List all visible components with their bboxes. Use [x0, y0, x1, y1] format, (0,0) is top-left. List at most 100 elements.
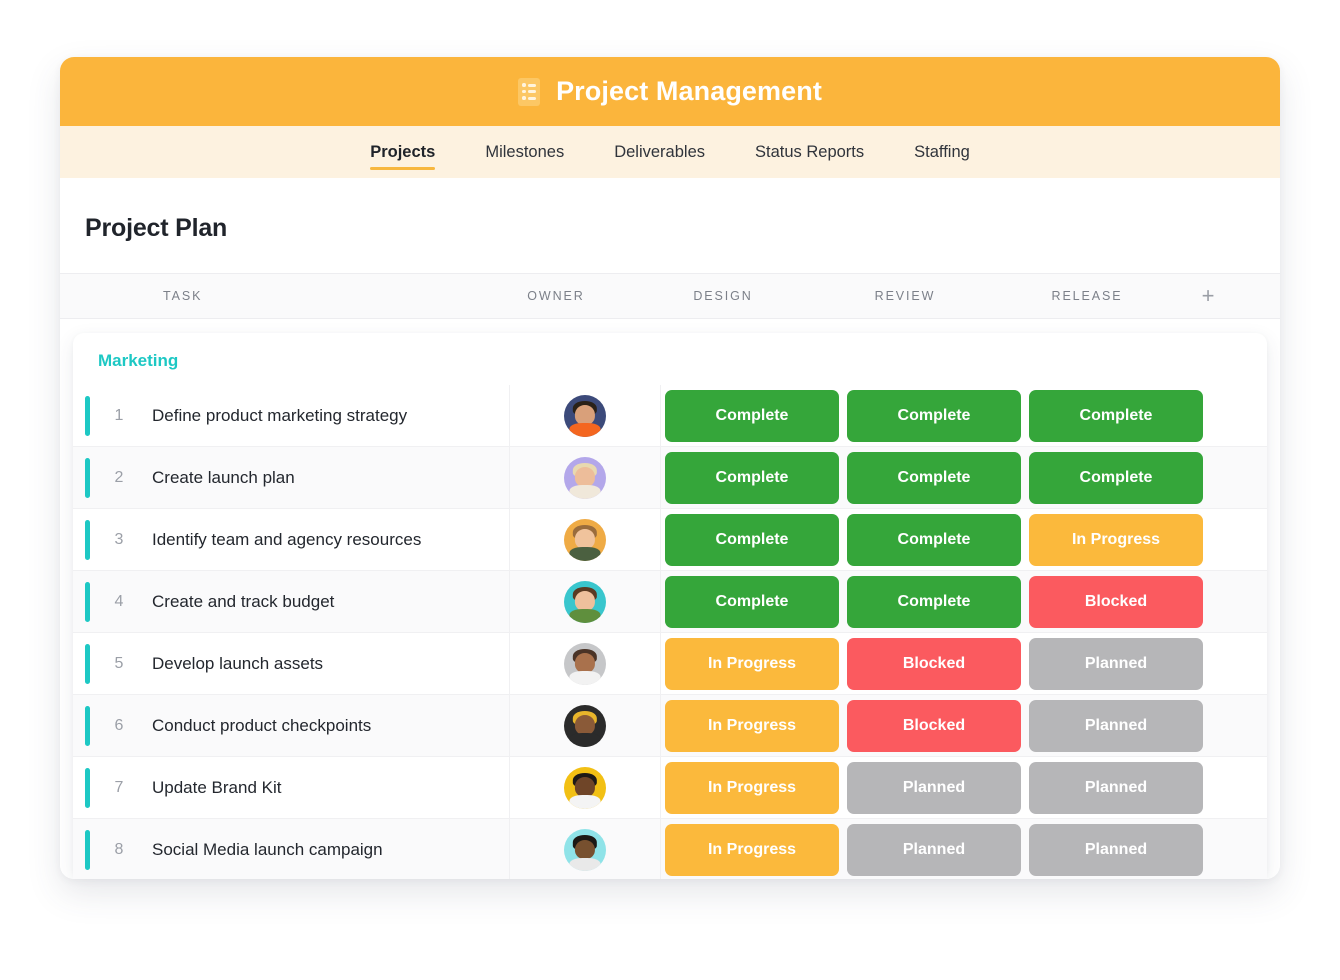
status-cell-release: Blocked [1025, 571, 1207, 633]
column-header-design: DESIGN [632, 289, 814, 303]
add-column-plus-icon[interactable]: + [1178, 285, 1238, 307]
row-task-name[interactable]: Update Brand Kit [148, 778, 509, 798]
status-badge-review[interactable]: Complete [847, 576, 1021, 628]
status-cell-review: Complete [843, 571, 1025, 633]
table-row[interactable]: 7Update Brand KitIn ProgressPlannedPlann… [73, 757, 1267, 819]
status-badge-design[interactable]: In Progress [665, 638, 839, 690]
table-row[interactable]: 2Create launch planCompleteCompleteCompl… [73, 447, 1267, 509]
row-task-name[interactable]: Define product marketing strategy [148, 406, 509, 426]
row-task-name[interactable]: Identify team and agency resources [148, 530, 509, 550]
status-cell-design: In Progress [661, 633, 843, 695]
tab-milestones[interactable]: Milestones [460, 126, 589, 178]
owner-cell[interactable] [509, 385, 661, 447]
status-badge-review[interactable]: Planned [847, 824, 1021, 876]
table-row[interactable]: 8Social Media launch campaignIn Progress… [73, 819, 1267, 879]
status-badge-design[interactable]: Complete [665, 576, 839, 628]
status-cell-release: Planned [1025, 819, 1207, 879]
table-row[interactable]: 1Define product marketing strategy Comple… [73, 385, 1267, 447]
status-cell-review: Planned [843, 757, 1025, 819]
row-number: 6 [90, 717, 148, 735]
status-cell-design: In Progress [661, 757, 843, 819]
row-tail-cell [1207, 695, 1267, 757]
avatar [564, 519, 606, 561]
owner-cell[interactable] [509, 633, 661, 695]
status-badge-review[interactable]: Complete [847, 390, 1021, 442]
table-row[interactable]: 4Create and track budget CompleteComplete… [73, 571, 1267, 633]
status-cell-release: Planned [1025, 757, 1207, 819]
status-cell-release: Planned [1025, 633, 1207, 695]
status-badge-review[interactable]: Blocked [847, 638, 1021, 690]
row-number: 5 [90, 655, 148, 673]
owner-cell[interactable] [509, 819, 661, 879]
owner-cell[interactable] [509, 757, 661, 819]
avatar [564, 457, 606, 499]
status-cell-design: In Progress [661, 695, 843, 757]
row-number: 1 [90, 407, 148, 425]
tab-staffing-label: Staffing [914, 143, 970, 162]
status-badge-release[interactable]: Planned [1029, 824, 1203, 876]
status-badge-release[interactable]: Planned [1029, 638, 1203, 690]
status-badge-design[interactable]: Complete [665, 452, 839, 504]
table-row[interactable]: 3Identify team and agency resourcesCompl… [73, 509, 1267, 571]
status-badge-design[interactable]: Complete [665, 390, 839, 442]
group-title-marketing: Marketing [73, 351, 1267, 385]
status-badge-release[interactable]: Complete [1029, 390, 1203, 442]
row-task-name[interactable]: Social Media launch campaign [148, 840, 509, 860]
row-number: 2 [90, 469, 148, 487]
tab-status-reports-label: Status Reports [755, 143, 864, 162]
column-header-owner: OWNER [480, 289, 632, 303]
status-badge-review[interactable]: Blocked [847, 700, 1021, 752]
app-titlebar: Project Management [60, 57, 1280, 126]
owner-cell[interactable] [509, 571, 661, 633]
row-tail-cell [1207, 447, 1267, 509]
status-cell-release: Planned [1025, 695, 1207, 757]
status-badge-design[interactable]: Complete [665, 514, 839, 566]
table-column-header: TASK OWNER DESIGN REVIEW RELEASE + [60, 273, 1280, 319]
status-cell-design: Complete [661, 447, 843, 509]
tab-projects[interactable]: Projects [345, 126, 460, 178]
task-group-panel: Marketing 1Define product marketing stra… [73, 333, 1267, 879]
status-cell-design: Complete [661, 385, 843, 447]
tab-deliverables[interactable]: Deliverables [589, 126, 730, 178]
avatar [564, 767, 606, 809]
status-badge-review[interactable]: Complete [847, 452, 1021, 504]
status-badge-release[interactable]: Planned [1029, 762, 1203, 814]
status-cell-review: Planned [843, 819, 1025, 879]
status-badge-design[interactable]: In Progress [665, 762, 839, 814]
task-rows: 1Define product marketing strategy Comple… [73, 385, 1267, 879]
status-badge-release[interactable]: Complete [1029, 452, 1203, 504]
avatar [564, 643, 606, 685]
status-cell-design: Complete [661, 571, 843, 633]
row-task-name[interactable]: Develop launch assets [148, 654, 509, 674]
tab-milestones-label: Milestones [485, 143, 564, 162]
column-header-release: RELEASE [996, 289, 1178, 303]
row-task-name[interactable]: Create and track budget [148, 592, 509, 612]
page-body: Project Plan TASK OWNER DESIGN REVIEW RE… [60, 178, 1280, 879]
owner-cell[interactable] [509, 447, 661, 509]
avatar [564, 395, 606, 437]
row-number: 7 [90, 779, 148, 797]
tab-staffing[interactable]: Staffing [889, 126, 995, 178]
owner-cell[interactable] [509, 695, 661, 757]
row-number: 4 [90, 593, 148, 611]
list-document-icon [518, 78, 540, 106]
row-tail-cell [1207, 633, 1267, 695]
avatar [564, 705, 606, 747]
status-badge-release[interactable]: In Progress [1029, 514, 1203, 566]
row-task-name[interactable]: Conduct product checkpoints [148, 716, 509, 736]
row-tail-cell [1207, 509, 1267, 571]
table-row[interactable]: 6Conduct product checkpoints In ProgressB… [73, 695, 1267, 757]
status-badge-release[interactable]: Planned [1029, 700, 1203, 752]
status-badge-design[interactable]: In Progress [665, 824, 839, 876]
owner-cell[interactable] [509, 509, 661, 571]
row-tail-cell [1207, 819, 1267, 879]
row-task-name[interactable]: Create launch plan [148, 468, 509, 488]
status-badge-review[interactable]: Complete [847, 514, 1021, 566]
row-tail-cell [1207, 757, 1267, 819]
tab-status-reports[interactable]: Status Reports [730, 126, 889, 178]
table-row[interactable]: 5Develop launch assets In ProgressBlocked… [73, 633, 1267, 695]
status-badge-release[interactable]: Blocked [1029, 576, 1203, 628]
status-cell-design: In Progress [661, 819, 843, 879]
status-badge-review[interactable]: Planned [847, 762, 1021, 814]
status-badge-design[interactable]: In Progress [665, 700, 839, 752]
